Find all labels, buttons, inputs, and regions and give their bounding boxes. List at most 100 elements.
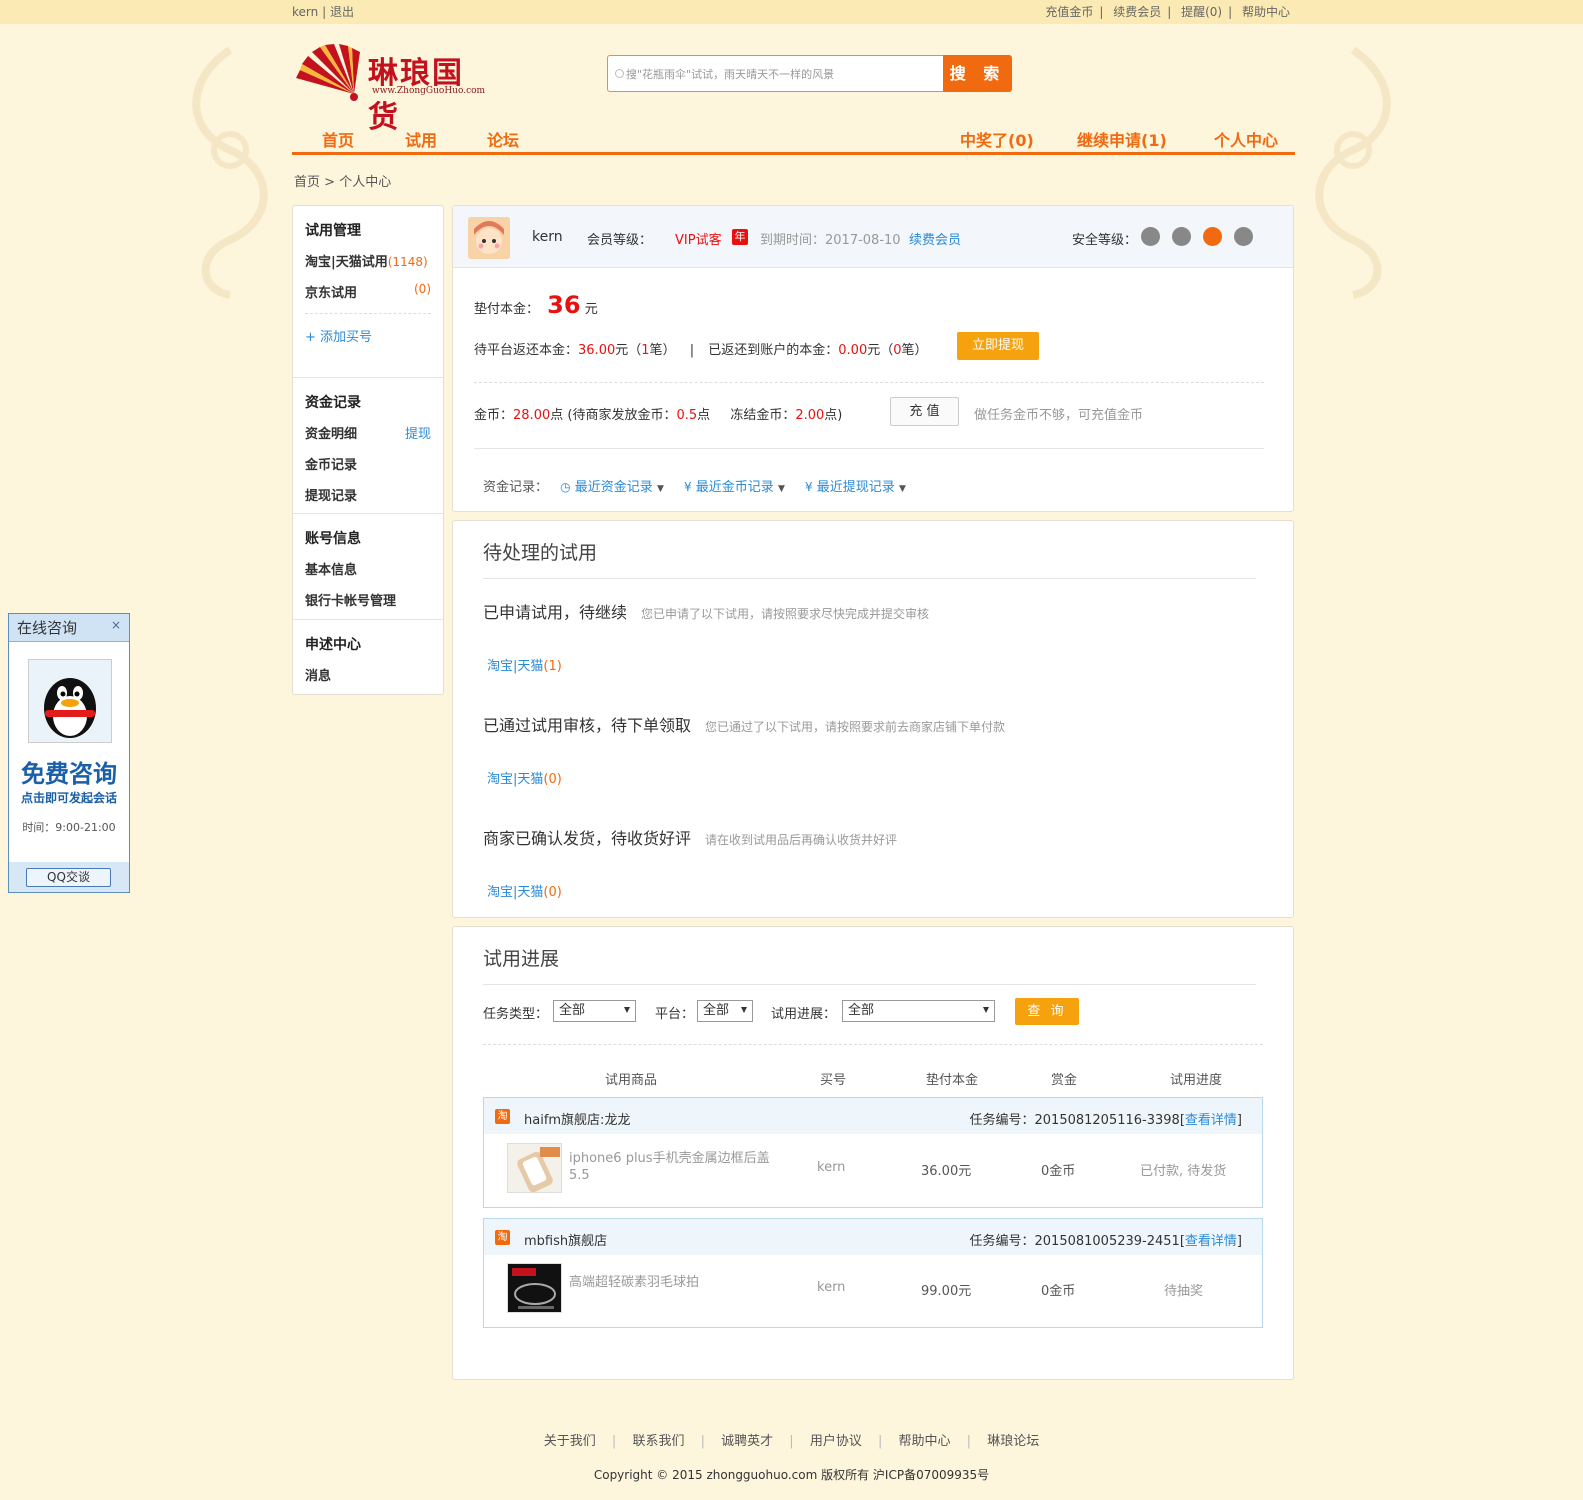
link-count: (1) [543, 659, 562, 674]
sidebar-item-basic-info[interactable]: 基本信息 [305, 559, 431, 578]
section-approved: 已通过试用审核，待下单领取 您已通过了以下试用，请按照要求前去商家店铺下单付款 [483, 712, 1005, 736]
buyer-account: kern [817, 1280, 846, 1295]
product-title[interactable]: iphone6 plus手机壳金属边框后盖5.5 [569, 1150, 774, 1184]
footer-sep: | [700, 1434, 705, 1449]
breadcrumb-current: 个人中心 [339, 175, 392, 190]
add-buyer-account-link[interactable]: + 添加买号 [305, 313, 431, 345]
renew-member-link[interactable]: 续费会员 [909, 229, 961, 248]
paren-close: ） [914, 343, 928, 358]
sidebar-item-message[interactable]: 消息 [305, 665, 431, 684]
top-sep: | [322, 5, 327, 19]
footer-links: 关于我们 | 联系我们 | 诚聘英才 | 用户协议 | 帮助中心 | 琳琅论坛 [0, 1430, 1583, 1449]
sidebar-item-jd-trial[interactable]: 京东试用 (0) [305, 282, 431, 301]
view-detail-link[interactable]: 查看详情 [1185, 1113, 1237, 1128]
product-title[interactable]: 高端超轻碳素羽毛球拍 [569, 1271, 774, 1290]
task-type-select[interactable]: 全部 [553, 1000, 636, 1022]
search-button[interactable]: 搜 索 [943, 55, 1012, 92]
section-title: 已通过试用审核，待下单领取 [483, 716, 692, 735]
recent-gold-record-dropdown[interactable]: ¥ 最近金币记录 ▼ [684, 480, 785, 495]
shop-name: haifm旗舰店:龙龙 [524, 1113, 631, 1128]
query-button[interactable]: 查 询 [1015, 998, 1079, 1025]
footer-link-agreement[interactable]: 用户协议 [810, 1434, 862, 1449]
view-detail-link[interactable]: 查看详情 [1185, 1234, 1237, 1249]
product-image[interactable] [507, 1263, 562, 1313]
product-image[interactable] [507, 1143, 562, 1193]
top-sep: | [1099, 5, 1104, 19]
refund-divider: | [689, 343, 695, 358]
link-count: (0) [543, 885, 562, 900]
footer-link-forum[interactable]: 琳琅论坛 [987, 1434, 1039, 1449]
gold-label: 金币： [474, 408, 514, 423]
qq-chat-button[interactable]: QQ交谈 [26, 868, 111, 887]
withdraw-now-button[interactable]: 立即提现 [957, 332, 1039, 360]
shipped-taobao-link[interactable]: 淘宝|天猫(0) [487, 881, 562, 900]
section-subtitle: 您已申请了以下试用，请按照要求尽快完成并提交审核 [641, 607, 930, 621]
logout-link[interactable]: 退出 [330, 5, 354, 19]
reward-cell: 0金币 [1041, 1164, 1076, 1179]
footer-sep: | [966, 1434, 972, 1449]
mail-icon[interactable] [1202, 227, 1222, 246]
sidebar-item-gold-record[interactable]: 金币记录 [305, 454, 431, 473]
site-logo[interactable]: 琳琅国货 www.ZhongGuoHuo.com [292, 42, 492, 135]
sidebar-item-withdraw-record[interactable]: 提现记录 [305, 485, 431, 504]
shop-name: mbfish旗舰店 [524, 1234, 608, 1249]
footer-link-contact[interactable]: 联系我们 [632, 1434, 684, 1449]
sidebar-item-label: 资金明细 [305, 427, 358, 442]
nav-trial[interactable]: 试用 [405, 127, 437, 151]
table-row: 淘 mbfish旗舰店 任务编号：2015081005239-2451[查看详情… [483, 1218, 1263, 1328]
sidebar-appeal-title: 申述中心 [305, 637, 361, 653]
sidebar-item-fund-detail[interactable]: 资金明细 提现 [305, 423, 431, 442]
applied-taobao-link[interactable]: 淘宝|天猫(1) [487, 655, 562, 674]
approved-taobao-link[interactable]: 淘宝|天猫(0) [487, 768, 562, 787]
paren-open: （ [628, 343, 642, 358]
returned-amount: 0.00 [838, 343, 868, 358]
footer-link-jobs[interactable]: 诚聘英才 [721, 1434, 773, 1449]
nav-forum[interactable]: 论坛 [487, 127, 519, 151]
divider [483, 578, 1256, 579]
nav-personal-center[interactable]: 个人中心 [1214, 127, 1278, 151]
close-icon[interactable]: × [111, 611, 121, 639]
help-center-link[interactable]: 帮助中心 [1242, 5, 1290, 19]
caret-down-icon: ▼ [777, 484, 785, 494]
main-nav: 首页 试用 论坛 中奖了(0) 继续申请(1) 个人中心 [292, 122, 1295, 155]
sidebar-item-taobao-trial[interactable]: 淘宝|天猫试用(1148) [305, 251, 431, 270]
recent-funds-record-dropdown[interactable]: ◷ 最近资金记录 ▼ [560, 480, 664, 495]
search-input[interactable]: 搜"花瓶雨伞"试试，雨天晴天不一样的风景 [607, 55, 943, 92]
security-level-label: 安全等级： [1072, 233, 1138, 248]
gold-pending-label: (待商家发放金币： [567, 408, 677, 423]
records-label: 资金记录： [483, 480, 549, 495]
footer-link-about[interactable]: 关于我们 [544, 1434, 596, 1449]
footer-link-help[interactable]: 帮助中心 [899, 1434, 951, 1449]
stage-select[interactable]: 全部 [842, 1000, 995, 1022]
copyright: Copyright © 2015 zhongguohuo.com 版权所有 沪I… [593, 1468, 990, 1482]
platform-select[interactable]: 全部 [697, 1000, 753, 1022]
recent-withdraw-record-dropdown[interactable]: ¥ 最近提现记录 ▼ [805, 480, 906, 495]
id-card-icon[interactable] [1140, 227, 1160, 246]
returned-label: 已返还到账户的本金： [708, 343, 839, 358]
avatar[interactable] [468, 217, 510, 259]
bi-unit: 笔 [901, 343, 915, 358]
task-number: 任务编号：2015081205116-3398[查看详情] [970, 1109, 1243, 1128]
taobao-trial-count: (1148) [387, 255, 428, 269]
sidebar-item-bank-card[interactable]: 银行卡帐号管理 [305, 590, 431, 609]
recharge-gold-link[interactable]: 充值金币 [1045, 5, 1093, 19]
section-title: 商家已确认发货，待收货好评 [483, 829, 692, 848]
user-info-bar: kern 会员等级： VIP试客 年 到期时间：2017-08-10 续费会员 … [453, 206, 1293, 268]
nav-won[interactable]: 中奖了(0) [960, 127, 1034, 151]
nav-continue-apply[interactable]: 继续申请(1) [1077, 127, 1167, 151]
link-label: 淘宝|天猫 [487, 659, 544, 674]
username-link[interactable]: kern [292, 5, 318, 19]
gold-amount: 28.00 [513, 408, 551, 423]
sidebar-withdraw-link[interactable]: 提现 [405, 423, 431, 442]
breadcrumb-home[interactable]: 首页 [294, 175, 320, 190]
task-number: 任务编号：2015081005239-2451[查看详情] [970, 1230, 1243, 1249]
divider [474, 382, 1264, 383]
phone-icon[interactable] [1171, 227, 1191, 246]
yuan-unit: 元 [615, 343, 629, 358]
recharge-button[interactable]: 充 值 [890, 397, 959, 426]
reminder-link[interactable]: 提醒(0) [1181, 5, 1222, 19]
document-icon[interactable] [1234, 227, 1253, 246]
nav-home[interactable]: 首页 [322, 127, 354, 151]
qq-penguin-icon[interactable] [28, 659, 112, 743]
renew-member-link[interactable]: 续费会员 [1113, 5, 1161, 19]
